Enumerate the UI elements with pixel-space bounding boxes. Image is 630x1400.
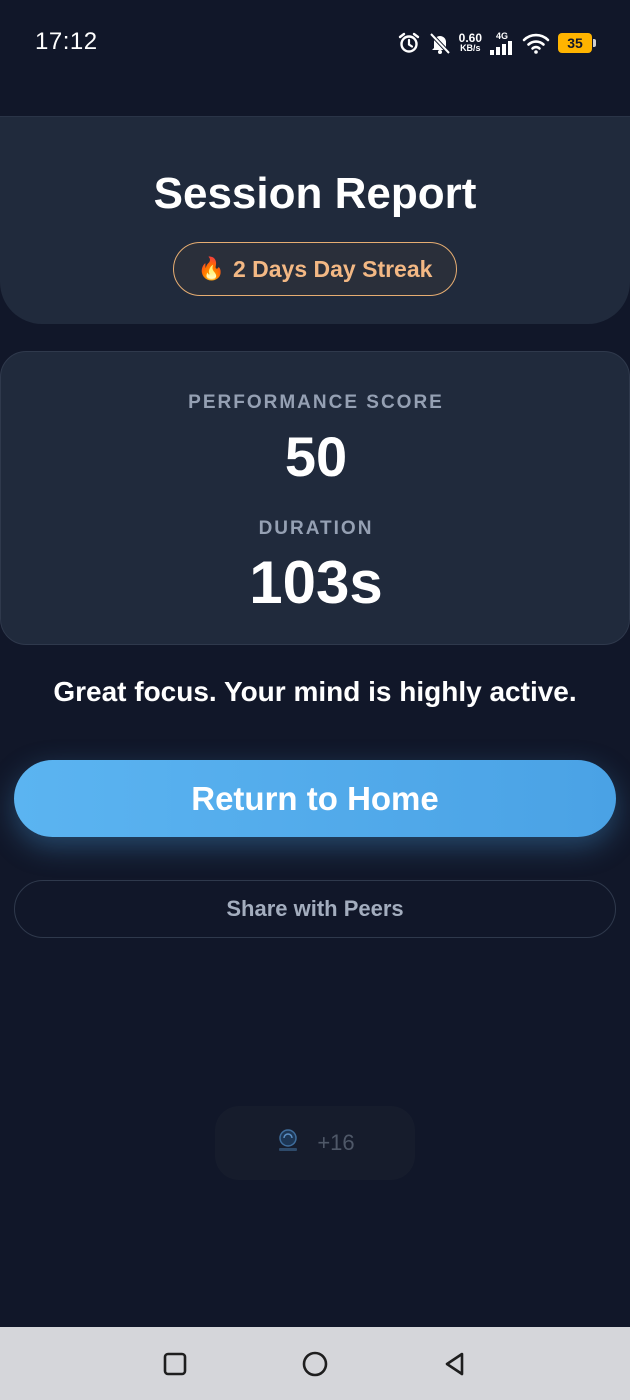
status-icons: 0.60 KB/s 4G 35: [397, 28, 596, 58]
screen: 17:12 0.60 KB/s 4G 35 Session Report 🔥 2…: [0, 0, 630, 1400]
streak-badge: 🔥 2 Days Day Streak: [173, 242, 457, 296]
net-speed-unit: KB/s: [460, 43, 481, 53]
system-nav-bar: [0, 1327, 630, 1400]
wifi-icon: [522, 32, 550, 54]
battery-icon: 35: [558, 33, 596, 53]
status-time: 17:12: [35, 28, 98, 55]
stats-card: PERFORMANCE SCORE 50 DURATION 103s: [0, 351, 630, 645]
fire-icon: 🔥: [197, 256, 225, 281]
page-title: Session Report: [153, 169, 477, 218]
network-type: 4G: [495, 31, 508, 41]
header-card: Session Report 🔥 2 Days Day Streak: [0, 116, 630, 324]
performance-score-value: 50: [284, 425, 348, 488]
performance-score-label: PERFORMANCE SCORE: [188, 392, 444, 413]
streak-label: 2 Days Day Streak: [232, 255, 433, 282]
brain-logo-icon: [275, 1128, 301, 1159]
bell-muted-icon: [429, 31, 451, 55]
net-speed: 0.60 KB/s: [458, 31, 482, 53]
signal-icon: [490, 41, 514, 55]
battery-level: 35: [558, 33, 592, 53]
share-peers-button[interactable]: Share with Peers: [14, 880, 616, 938]
battery-tip: [593, 39, 596, 47]
duration-label: DURATION: [258, 518, 374, 539]
recents-icon[interactable]: [158, 1347, 192, 1381]
status-bar: 17:12 0.60 KB/s 4G 35: [0, 0, 630, 86]
return-home-button[interactable]: Return to Home: [14, 760, 616, 837]
net-speed-value: 0.60: [458, 31, 482, 45]
back-icon[interactable]: [438, 1347, 472, 1381]
home-icon[interactable]: [298, 1347, 332, 1381]
alarm-icon: [397, 31, 421, 55]
signal-group: 4G: [490, 31, 514, 55]
points-value: +16: [317, 1130, 355, 1155]
points-earned-badge: +16: [215, 1106, 415, 1180]
feedback-message: Great focus. Your mind is highly active.: [53, 676, 577, 707]
duration-value: 103s: [249, 549, 383, 616]
